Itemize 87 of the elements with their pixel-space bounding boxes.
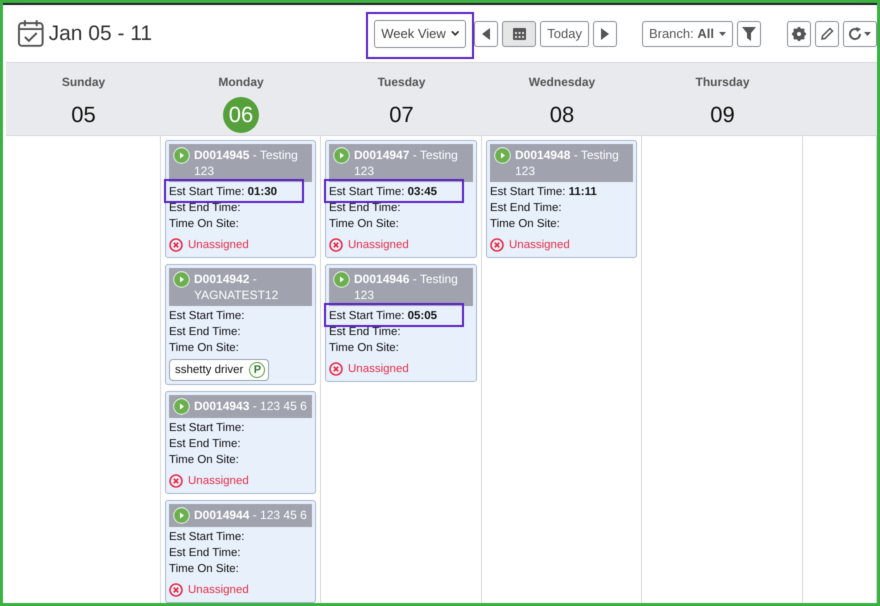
end-time-label: Est End Time: bbox=[329, 202, 401, 214]
end-time-label: Est End Time: bbox=[169, 202, 241, 214]
job-card[interactable]: D0014946 - Testing 123 Est Start Time: 05:05 Est End Time: Time On Site: Unassigned bbox=[325, 264, 477, 382]
end-time-label: Est End Time: bbox=[169, 438, 241, 450]
day-number[interactable]: 09 bbox=[704, 97, 740, 133]
job-title: D0014947 - Testing 123 bbox=[354, 147, 459, 179]
date-range-title: Jan 05 - 11 bbox=[48, 22, 154, 46]
x-circle-icon bbox=[490, 238, 504, 252]
x-circle-icon bbox=[329, 362, 343, 376]
play-icon bbox=[173, 147, 190, 164]
unassigned-status: Unassigned bbox=[348, 239, 409, 251]
x-circle-icon bbox=[169, 238, 183, 252]
time-on-site-label: Time On Site: bbox=[490, 218, 560, 230]
weekday-label: Wednesday bbox=[528, 75, 596, 89]
start-time-text: Est Start Time: 01:30 bbox=[169, 186, 278, 198]
job-card[interactable]: D0014948 - Testing 123 Est Start Time: 11:11 Est End Time: Time On Site: Unassigned bbox=[486, 140, 637, 258]
filter-button[interactable] bbox=[737, 20, 761, 46]
time-on-site-label: Time On Site: bbox=[169, 563, 239, 575]
start-time-text: Est Start Time: 11:11 bbox=[490, 186, 597, 198]
start-time-text: Est Start Time: bbox=[169, 310, 244, 322]
time-on-site-label: Time On Site: bbox=[329, 342, 399, 354]
time-on-site-label: Time On Site: bbox=[169, 342, 239, 354]
job-card[interactable]: D0014945 - Testing 123 Est Start Time: 01:30 Est End Time: Time On Site: Unassigned bbox=[165, 140, 316, 258]
x-circle-icon bbox=[169, 474, 183, 488]
calendar-check-icon bbox=[17, 18, 45, 48]
filter-icon bbox=[742, 26, 756, 40]
job-card[interactable]: D0014943 - 123 45 6 Est Start Time: Est End Time: Time On Site: Unassigned bbox=[165, 391, 316, 494]
view-select[interactable]: Week View bbox=[374, 20, 466, 48]
x-circle-icon bbox=[169, 583, 183, 597]
triangle-left-icon bbox=[482, 28, 490, 40]
job-title: D0014942 - YAGNATEST12 bbox=[194, 271, 280, 303]
play-icon bbox=[173, 398, 190, 415]
start-time-text: Est Start Time: bbox=[169, 422, 244, 434]
chevron-down-icon bbox=[450, 30, 460, 37]
start-time-text: Est Start Time: bbox=[169, 531, 244, 543]
play-icon bbox=[173, 507, 190, 524]
time-on-site-label: Time On Site: bbox=[329, 218, 399, 230]
end-time-label: Est End Time: bbox=[169, 326, 241, 338]
calendar-icon bbox=[512, 27, 526, 40]
day-number[interactable]: 05 bbox=[66, 97, 102, 133]
pencil-icon bbox=[820, 26, 834, 40]
weekday-label: Monday bbox=[218, 75, 264, 89]
weekday-label: Thursday bbox=[695, 75, 750, 89]
job-card[interactable]: D0014942 - YAGNATEST12 Est Start Time: Est End Time: Time On Site: sshetty driver P bbox=[165, 264, 316, 385]
today-button[interactable]: Today bbox=[540, 20, 589, 46]
day-number[interactable]: 08 bbox=[544, 97, 580, 133]
weekday-label: Tuesday bbox=[378, 75, 426, 89]
play-icon bbox=[494, 147, 511, 164]
job-title: D0014946 - Testing 123 bbox=[354, 271, 459, 303]
play-icon bbox=[173, 271, 190, 288]
job-title: D0014944 - 123 45 6 bbox=[194, 507, 307, 523]
caret-icon bbox=[864, 32, 871, 36]
time-on-site-label: Time On Site: bbox=[169, 454, 239, 466]
caret-icon bbox=[719, 32, 726, 36]
edit-button[interactable] bbox=[815, 20, 839, 46]
day-number[interactable]: 07 bbox=[384, 97, 420, 133]
job-card[interactable]: D0014944 - 123 45 6 Est Start Time: Est End Time: Time On Site: Unassigned bbox=[165, 500, 316, 603]
start-time-text: Est Start Time: 05:05 bbox=[329, 310, 438, 322]
time-on-site-label: Time On Site: bbox=[169, 218, 239, 230]
end-time-label: Est End Time: bbox=[490, 202, 562, 214]
calendar-button[interactable] bbox=[502, 20, 536, 46]
unassigned-status: Unassigned bbox=[188, 239, 249, 251]
branch-dropdown[interactable]: Branch: All bbox=[642, 20, 733, 46]
weekday-label: Sunday bbox=[62, 75, 106, 89]
end-time-label: Est End Time: bbox=[169, 547, 241, 559]
play-icon bbox=[333, 147, 350, 164]
job-card[interactable]: D0014947 - Testing 123 Est Start Time: 03:45 Est End Time: Time On Site: Unassigned bbox=[325, 140, 477, 258]
refresh-dropdown[interactable] bbox=[843, 20, 877, 46]
gear-icon bbox=[792, 26, 806, 40]
unassigned-status: Unassigned bbox=[188, 584, 249, 596]
play-icon bbox=[333, 271, 350, 288]
unassigned-status: Unassigned bbox=[188, 475, 249, 487]
x-circle-icon bbox=[329, 238, 343, 252]
end-time-label: Est End Time: bbox=[329, 326, 401, 338]
job-title: D0014948 - Testing 123 bbox=[515, 147, 620, 179]
triangle-right-icon bbox=[600, 28, 609, 40]
refresh-icon bbox=[848, 26, 862, 40]
start-time-text: Est Start Time: 03:45 bbox=[329, 186, 438, 198]
job-title: D0014945 - Testing 123 bbox=[194, 147, 299, 179]
unassigned-status: Unassigned bbox=[509, 239, 570, 251]
job-title: D0014943 - 123 45 6 bbox=[194, 398, 307, 414]
settings-button[interactable] bbox=[787, 20, 811, 46]
next-button[interactable] bbox=[592, 20, 617, 46]
unassigned-status: Unassigned bbox=[348, 363, 409, 375]
driver-badge: P bbox=[249, 362, 266, 378]
driver-chip[interactable]: sshetty driver P bbox=[169, 359, 270, 381]
previous-button[interactable] bbox=[474, 20, 498, 46]
